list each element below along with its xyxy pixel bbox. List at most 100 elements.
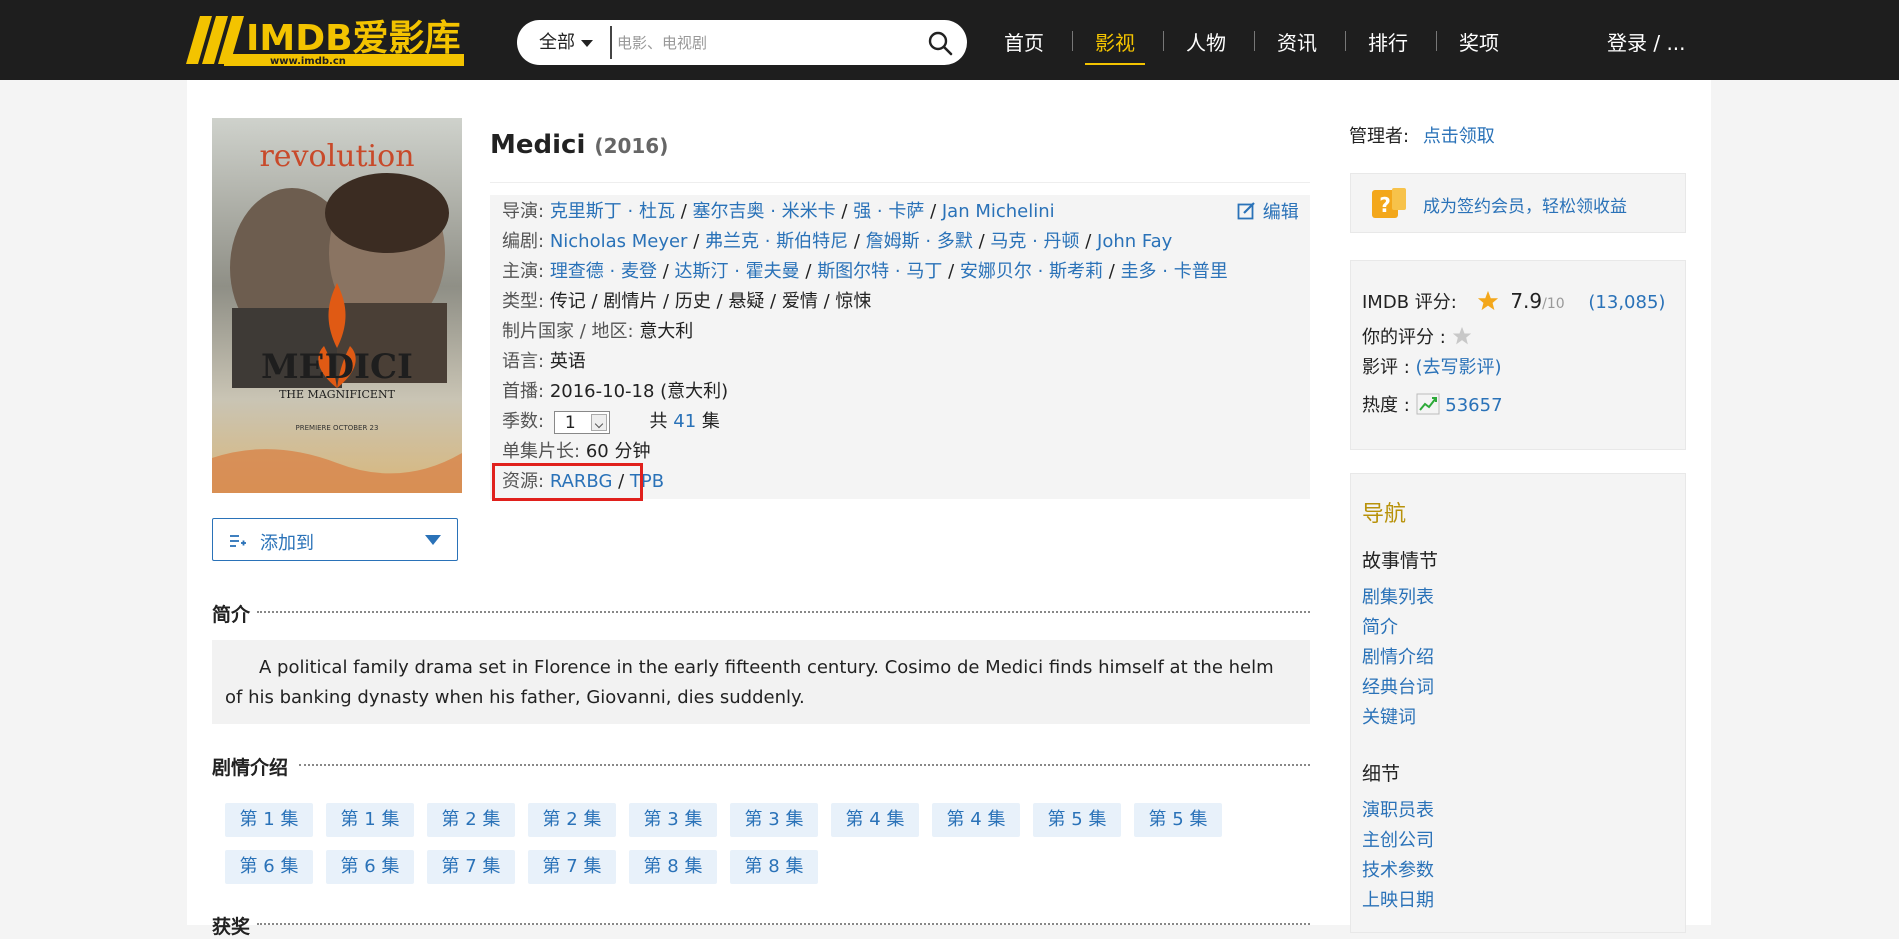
- episode-link[interactable]: 第 7 集: [528, 850, 616, 884]
- episode-link[interactable]: 第 5 集: [1134, 803, 1222, 837]
- claim-link[interactable]: 点击领取: [1423, 126, 1495, 147]
- poster-image[interactable]: revolution MEDICI THE MAGNIFICENT PREMIE…: [212, 118, 462, 493]
- nav-link-synopsis[interactable]: 简介: [1362, 613, 1398, 639]
- director-link[interactable]: 塞尔吉奥 · 米米卡: [693, 201, 836, 222]
- nav-link-keywords[interactable]: 关键词: [1362, 703, 1416, 729]
- dropdown-arrow-icon: [425, 535, 441, 545]
- writer-link[interactable]: 弗兰克 · 斯伯特尼: [705, 231, 848, 252]
- episode-link[interactable]: 第 1 集: [225, 803, 313, 837]
- search-category-dropdown[interactable]: 全部: [539, 20, 593, 65]
- nav-home[interactable]: 首页: [1004, 27, 1044, 56]
- star-icon: [1477, 290, 1498, 311]
- episode-link[interactable]: 第 4 集: [831, 803, 919, 837]
- cast-link[interactable]: 圭多 · 卡普里: [1121, 261, 1228, 282]
- episode-link[interactable]: 第 6 集: [326, 850, 414, 884]
- plot-heading: 剧情介绍: [212, 757, 289, 779]
- movie-title: Medici (2016): [490, 130, 669, 160]
- premiere-row: 首播: 2016-10-18 (意大利): [502, 381, 729, 402]
- episode-link[interactable]: 第 3 集: [629, 803, 717, 837]
- director-link[interactable]: 强 · 卡萨: [853, 201, 924, 222]
- writer-link[interactable]: John Fay: [1097, 231, 1172, 252]
- nav-people[interactable]: 人物: [1186, 27, 1226, 56]
- country-row: 制片国家 / 地区: 意大利: [502, 321, 694, 342]
- logo-url: www.imdb.cn: [270, 56, 346, 67]
- nav-divider: [1072, 31, 1073, 51]
- write-review-link[interactable]: (去写影评): [1416, 357, 1502, 378]
- episode-link[interactable]: 第 2 集: [427, 803, 515, 837]
- cast-row: 主演: 理查德 · 麦登 / 达斯汀 · 霍夫曼 / 斯图尔特 · 马丁 / 安…: [502, 261, 1228, 282]
- logo-text: IMDB爱影库: [246, 18, 461, 59]
- nav-link-tech-specs[interactable]: 技术参数: [1362, 856, 1434, 882]
- poster-premiere: PREMIERE OCTOBER 23: [296, 424, 379, 432]
- search-divider: [610, 26, 612, 59]
- add-list-icon: [230, 532, 246, 553]
- writers-row: 编剧: Nicholas Meyer / 弗兰克 · 斯伯特尼 / 詹姆斯 · …: [502, 231, 1173, 252]
- nav-link-episode-list[interactable]: 剧集列表: [1362, 583, 1434, 609]
- episode-link[interactable]: 第 1 集: [326, 803, 414, 837]
- nav-rankings[interactable]: 排行: [1368, 27, 1408, 56]
- episode-link[interactable]: 第 3 集: [730, 803, 818, 837]
- synopsis-box: A political family drama set in Florence…: [212, 640, 1310, 724]
- episode-link[interactable]: 第 8 集: [629, 850, 717, 884]
- vip-text: 成为签约会员，轻松领收益: [1423, 197, 1627, 217]
- edit-button[interactable]: 编辑: [1237, 198, 1299, 224]
- episode-count-link[interactable]: 41: [673, 411, 696, 432]
- synopsis-heading: 简介: [212, 604, 251, 626]
- rate-star-icon[interactable]: [1452, 326, 1472, 346]
- poster-title-top: revolution: [259, 139, 414, 174]
- trend-chart-icon: [1416, 393, 1440, 415]
- nav-link-plot[interactable]: 剧情介绍: [1362, 643, 1434, 669]
- vip-banner[interactable]: ? 成为签约会员，轻松领收益: [1350, 173, 1686, 233]
- episode-link[interactable]: 第 2 集: [528, 803, 616, 837]
- rating-votes-link[interactable]: (13,085): [1588, 292, 1665, 313]
- writer-link[interactable]: 马克 · 丹顿: [990, 231, 1079, 252]
- heat-row: 热度 : 53657: [1362, 393, 1503, 416]
- section-divider: [257, 611, 1310, 613]
- awards-heading: 获奖: [212, 916, 251, 938]
- top-header: IMDB爱影库 www.imdb.cn 全部 首页 影视 人物 资讯 排行 奖项…: [0, 0, 1899, 80]
- director-link[interactable]: Jan Michelini: [942, 201, 1055, 222]
- directors-row: 导演: 克里斯丁 · 杜瓦 / 塞尔吉奥 · 米米卡 / 强 · 卡萨 / Ja…: [502, 201, 1055, 222]
- episode-link[interactable]: 第 8 集: [730, 850, 818, 884]
- nav-link-release-dates[interactable]: 上映日期: [1362, 886, 1434, 912]
- site-logo[interactable]: IMDB爱影库 www.imdb.cn: [186, 12, 480, 68]
- nav-link-companies[interactable]: 主创公司: [1362, 826, 1434, 852]
- director-link[interactable]: 克里斯丁 · 杜瓦: [550, 201, 675, 222]
- nav-link-quotes[interactable]: 经典台词: [1362, 673, 1434, 699]
- runtime-value: 60 分钟: [585, 441, 651, 462]
- nav-divider: [1436, 31, 1437, 51]
- country-value: 意大利: [639, 321, 694, 342]
- runtime-row: 单集片长: 60 分钟: [502, 441, 651, 462]
- search-icon[interactable]: [927, 30, 953, 61]
- nav-movies[interactable]: 影视: [1085, 27, 1145, 65]
- episode-link[interactable]: 第 7 集: [427, 850, 515, 884]
- heat-value[interactable]: 53657: [1445, 395, 1502, 416]
- nav-group-title: 细节: [1362, 763, 1401, 785]
- nav-link-cast-crew[interactable]: 演职员表: [1362, 796, 1434, 822]
- language-value: 英语: [549, 351, 586, 372]
- episode-link[interactable]: 第 4 集: [932, 803, 1020, 837]
- cast-link[interactable]: 斯图尔特 · 马丁: [817, 261, 942, 282]
- genres-row: 类型: 传记 / 剧情片 / 历史 / 悬疑 / 爱情 / 惊悚: [502, 291, 872, 312]
- cast-link[interactable]: 达斯汀 · 霍夫曼: [675, 261, 800, 282]
- section-divider: [299, 764, 1310, 766]
- svg-text:?: ?: [1379, 193, 1391, 217]
- nav-news[interactable]: 资讯: [1277, 27, 1317, 56]
- nav-divider: [1163, 31, 1164, 51]
- vip-help-icon: ?: [1370, 186, 1410, 227]
- episode-link[interactable]: 第 5 集: [1033, 803, 1121, 837]
- episode-link[interactable]: 第 6 集: [225, 850, 313, 884]
- nav-title: 导航: [1362, 502, 1407, 527]
- login-link[interactable]: 登录 / ...: [1607, 27, 1686, 56]
- cast-link[interactable]: 理查德 · 麦登: [550, 261, 657, 282]
- writer-link[interactable]: Nicholas Meyer: [550, 231, 688, 252]
- season-select[interactable]: 1: [553, 410, 610, 434]
- genres-value: 传记 / 剧情片 / 历史 / 悬疑 / 爱情 / 惊悚: [549, 291, 872, 312]
- add-to-list-button[interactable]: 添加到: [212, 518, 458, 561]
- movie-info-panel: 导演: 克里斯丁 · 杜瓦 / 塞尔吉奥 · 米米卡 / 强 · 卡萨 / Ja…: [490, 195, 1310, 499]
- writer-link[interactable]: 詹姆斯 · 多默: [866, 231, 973, 252]
- cast-link[interactable]: 安娜贝尔 · 斯考莉: [960, 261, 1103, 282]
- nav-awards[interactable]: 奖项: [1459, 27, 1499, 56]
- add-to-label: 添加到: [260, 533, 314, 554]
- search-input[interactable]: [617, 28, 917, 57]
